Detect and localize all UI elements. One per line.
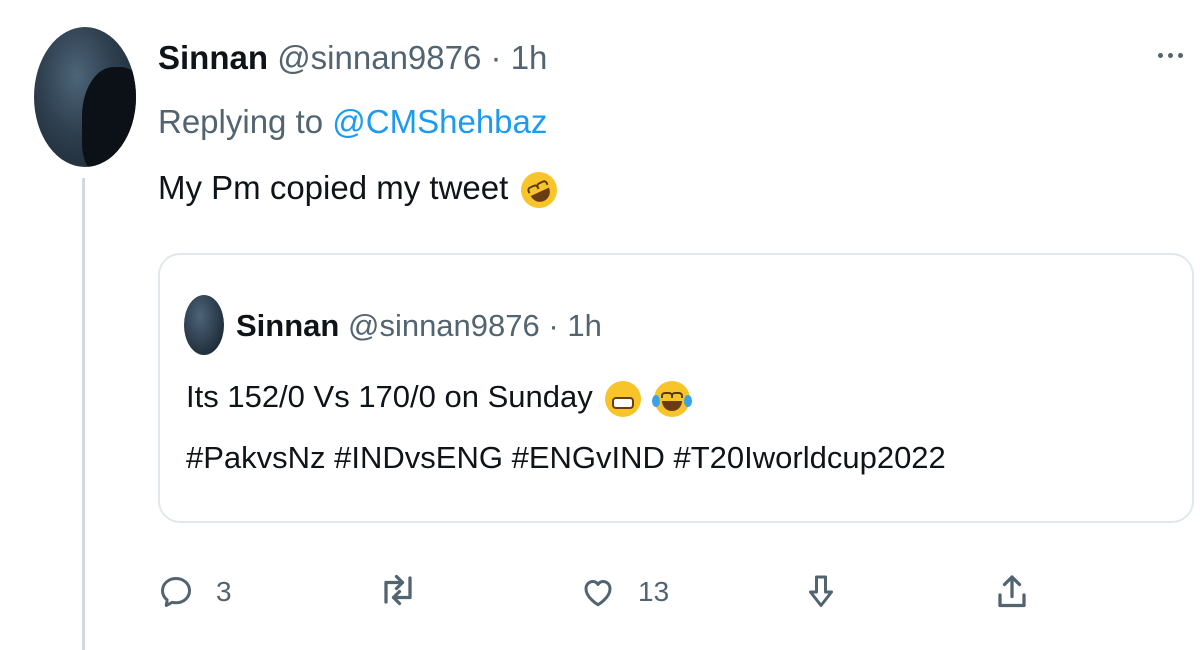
reply-button[interactable]: 3 — [158, 572, 232, 612]
replying-to-mention[interactable]: @CMShehbaz — [332, 103, 547, 140]
separator-dot: · — [490, 39, 502, 76]
author-name[interactable]: Sinnan — [158, 39, 268, 76]
author-handle[interactable]: @sinnan9876 — [277, 39, 481, 76]
tweet-text: My Pm copied my tweet — [158, 166, 564, 215]
share-button[interactable] — [994, 572, 1030, 612]
quoted-tweet-hashtags[interactable]: #PakvsNz #INDvsENG #ENGvIND #T20Iworldcu… — [186, 439, 946, 477]
tweet-action-bar: 3 13 — [0, 572, 1200, 622]
reply-count: 3 — [216, 576, 232, 607]
quoted-tweet-body: Its 152/0 Vs 170/0 on Sunday — [186, 379, 593, 414]
share-icon — [998, 575, 1026, 608]
retweet-button[interactable] — [378, 572, 440, 608]
tweet-body: My Pm copied my tweet — [158, 169, 509, 206]
laughing-tears-icon — [652, 380, 692, 417]
replying-to-line: Replying to @CMShehbaz — [158, 102, 547, 142]
grimacing-face-icon — [605, 380, 642, 417]
quoted-author-name[interactable]: Sinnan — [236, 308, 339, 343]
quoted-tweet-card[interactable]: Sinnan @sinnan9876 · 1h Its 152/0 Vs 170… — [158, 253, 1194, 523]
reply-icon — [161, 577, 191, 607]
like-count: 13 — [638, 576, 670, 607]
download-button[interactable] — [806, 572, 836, 612]
quoted-author-handle[interactable]: @sinnan9876 — [348, 308, 540, 343]
quoted-tweet-timestamp[interactable]: 1h — [567, 308, 601, 343]
quoted-author-avatar[interactable] — [184, 295, 224, 355]
arrow-down-icon — [809, 575, 833, 607]
more-options-icon[interactable] — [1158, 40, 1198, 70]
author-avatar[interactable] — [34, 27, 136, 167]
replying-to-label: Replying to — [158, 103, 324, 140]
tweet-header: Sinnan @sinnan9876 · 1h — [158, 38, 547, 78]
heart-icon — [584, 580, 612, 607]
quoted-tweet-text: Its 152/0 Vs 170/0 on Sunday — [186, 378, 692, 417]
like-button[interactable]: 13 — [580, 572, 669, 612]
quoted-tweet-header: Sinnan @sinnan9876 · 1h — [236, 307, 602, 345]
quoted-separator-dot: · — [548, 308, 559, 343]
tweet-timestamp[interactable]: 1h — [511, 39, 548, 76]
avatar-silhouette — [82, 67, 136, 167]
rolling-on-floor-laughing-icon — [515, 166, 564, 215]
retweet-icon — [384, 574, 412, 606]
